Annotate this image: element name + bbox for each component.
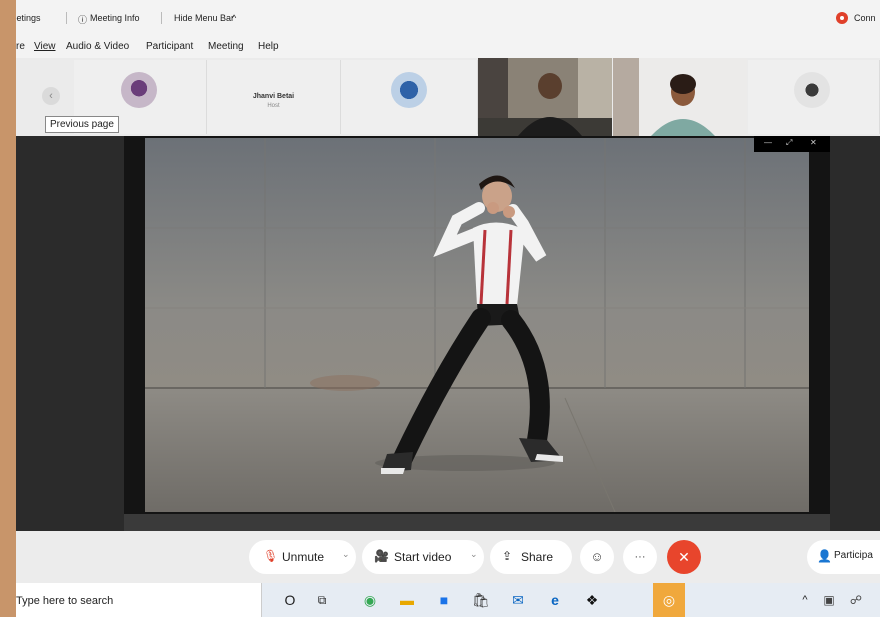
participant-name: Jhanvi Betai [252, 93, 295, 100]
video-bottom-bar [124, 514, 830, 531]
meetings-label[interactable]: Meetings [16, 13, 41, 23]
top-bar: Meetings ⓘ Meeting Info Hide Menu Bar ^ … [16, 0, 880, 38]
share-button[interactable]: ⇪ Share [490, 540, 572, 574]
app-icon[interactable]: ■ [434, 590, 454, 610]
connection-label[interactable]: Conn [854, 13, 876, 23]
video-off-icon: 🎥 [374, 549, 389, 563]
search-placeholder: Type here to search [16, 595, 114, 607]
participant-video-feed [613, 58, 747, 136]
reactions-button[interactable]: ☺ [580, 540, 614, 574]
participant-video[interactable] [478, 58, 612, 136]
edge-icon[interactable]: e [545, 590, 565, 610]
unmute-button[interactable]: 🎙 Unmute ⌄ [249, 540, 356, 574]
link-icon[interactable]: ☍ [846, 590, 866, 610]
menu-item-view[interactable]: View [34, 41, 56, 52]
windows-taskbar: Type here to search O ⧉ ◉ ▬ ■ 🛍 ✉ e ❖ ◎ … [16, 583, 880, 617]
divider [66, 12, 67, 24]
participants-button[interactable]: 👤 Participa [807, 540, 880, 574]
file-explorer-icon[interactable]: ▬ [397, 590, 417, 610]
share-label: Share [521, 550, 554, 564]
task-view-icon[interactable]: ⧉ [312, 590, 332, 610]
restore-icon[interactable]: ⤢ [786, 138, 792, 148]
participant-tile[interactable] [748, 60, 880, 134]
meeting-window: Meetings ⓘ Meeting Info Hide Menu Bar ^ … [16, 0, 880, 617]
start-video-label: Start video [394, 550, 452, 564]
shared-video[interactable] [145, 138, 809, 512]
cortana-icon[interactable]: O [280, 590, 300, 610]
menu-item-audio-video[interactable]: Audio & Video [66, 41, 129, 52]
start-video-button[interactable]: 🎥 Start video ⌄ [362, 540, 484, 574]
participants-label: Participa [834, 550, 873, 561]
meeting-info-button[interactable]: Meeting Info [90, 13, 140, 23]
mail-icon[interactable]: ✉ [508, 590, 528, 610]
participant-tile-host[interactable]: Jhanvi Betai Host [207, 60, 341, 134]
main-stage: — ⤢ ✕ [16, 136, 880, 531]
active-app-icon[interactable]: ◎ [653, 583, 685, 617]
window-controls: — ⤢ ✕ [754, 136, 830, 152]
dropbox-icon[interactable]: ❖ [582, 590, 602, 610]
menu-item-help[interactable]: Help [258, 41, 279, 52]
dancer-video-image [145, 138, 809, 512]
avatar [794, 72, 830, 108]
close-icon: ✕ [678, 549, 690, 565]
chevron-up-icon[interactable]: ^ [232, 13, 236, 23]
smiley-icon: ☺ [590, 549, 604, 564]
chrome-icon[interactable]: ◉ [360, 590, 380, 610]
leave-meeting-button[interactable]: ✕ [667, 540, 701, 574]
participant-tile[interactable] [341, 60, 478, 134]
previous-page-button[interactable]: ‹ [42, 87, 60, 105]
taskbar-search[interactable]: Type here to search [16, 583, 262, 617]
share-icon: ⇪ [502, 549, 513, 563]
close-icon[interactable]: ✕ [810, 138, 817, 147]
chevron-down-icon[interactable]: ⌄ [342, 549, 350, 560]
minimize-icon[interactable]: — [764, 138, 772, 147]
person-icon: 👤 [817, 549, 832, 563]
participant-role: Host [267, 103, 280, 109]
network-icon[interactable]: ▣ [819, 590, 839, 610]
participant-video-feed [478, 58, 612, 136]
menu-item-participant[interactable]: Participant [146, 41, 193, 52]
participant-strip: ‹ Jhanvi Betai Host [16, 58, 880, 136]
avatar [391, 72, 427, 108]
participant-video[interactable] [613, 58, 747, 136]
more-options-button[interactable]: ··· [623, 540, 657, 574]
divider [161, 12, 162, 24]
previous-page-tooltip: Previous page [45, 116, 119, 133]
connection-status-icon [836, 12, 848, 24]
chevron-down-icon[interactable]: ⌄ [470, 549, 478, 560]
meeting-controls: 🎙 Unmute ⌄ 🎥 Start video ⌄ ⇪ Share ☺ ···… [16, 531, 880, 583]
menu-bar: re View Audio & Video Participant Meetin… [16, 38, 880, 58]
info-icon: ⓘ [78, 15, 88, 25]
shared-video-frame: — ⤢ ✕ [124, 136, 830, 531]
muted-microphone-icon: 🎙 [263, 549, 279, 563]
unmute-label: Unmute [282, 550, 325, 564]
avatar [121, 72, 157, 108]
menu-item-share[interactable]: re [16, 41, 25, 52]
chevron-up-icon[interactable]: ^ [795, 590, 815, 610]
menu-item-meeting[interactable]: Meeting [208, 41, 244, 52]
store-icon[interactable]: 🛍 [471, 590, 491, 610]
hide-menu-bar-button[interactable]: Hide Menu Bar [174, 13, 234, 23]
